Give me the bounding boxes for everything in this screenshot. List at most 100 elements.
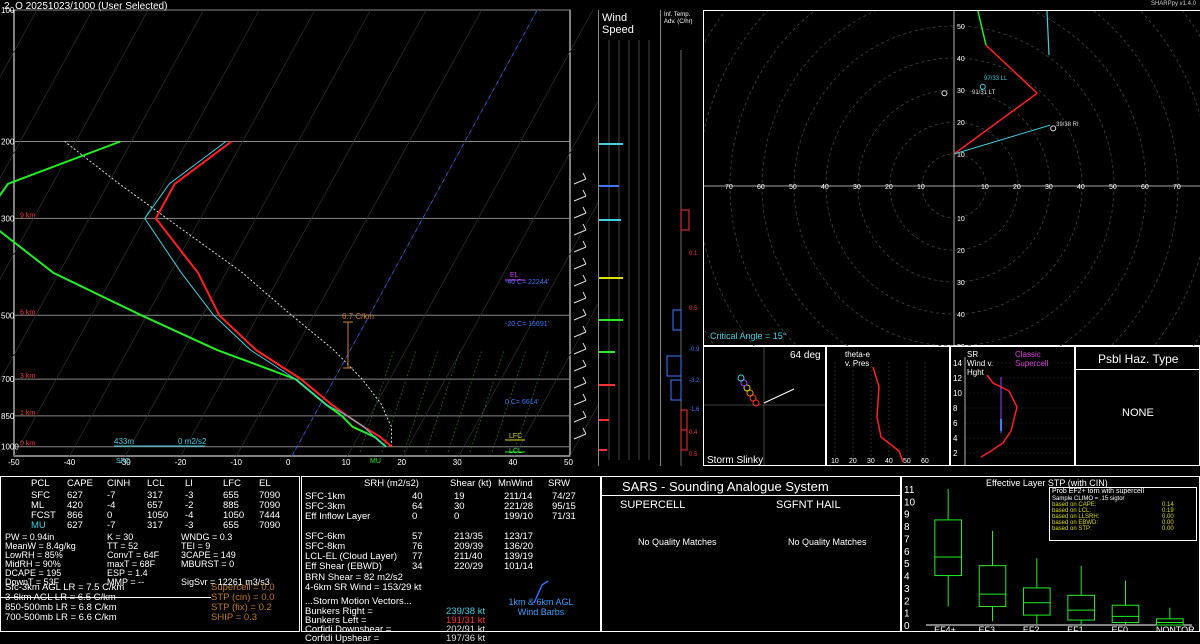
- barb-shaft: [573, 399, 587, 406]
- kin-cell: 0: [454, 511, 460, 522]
- srwind-height-tick: 6: [953, 419, 958, 428]
- temp-tick-label: 10: [342, 458, 351, 466]
- theta-tick: 20: [849, 458, 857, 465]
- kin-header: Shear (kt): [450, 478, 492, 489]
- hodo-x-tick: 50: [789, 184, 797, 191]
- adv-value: 0.1: [689, 251, 698, 257]
- pressure-tick-label: 850: [1, 412, 15, 421]
- skewt-panel: 2_O 20251023/1000 (User Selected) 100 200…: [0, 0, 598, 466]
- severe-param: SHIP = 0.3: [211, 612, 258, 623]
- hodo-ring-label: 30: [957, 88, 965, 95]
- stp-box: [1023, 558, 1051, 624]
- storm-motion-marker: [941, 90, 948, 97]
- temp-adv-panel: Inf. Temp. Adv. (C/hr) 0.1 0.5 -0.9 -3.2 -1.…: [660, 10, 703, 466]
- moist-adiabat: [403, 349, 439, 453]
- hodo-ring-label: 10: [957, 216, 965, 223]
- barb-flag: [582, 257, 587, 265]
- wind-barb: [573, 291, 587, 304]
- isotherm: [0, 9, 205, 382]
- hodo-ring-label: 30: [957, 280, 965, 287]
- temp-tick-label: 50: [564, 458, 573, 466]
- isotherm: [69, 9, 316, 457]
- barb-shaft: [573, 382, 587, 389]
- stp-box: [1111, 580, 1140, 625]
- parcel-cell: MU: [31, 520, 46, 531]
- barb-shaft: [573, 195, 587, 202]
- adv-bar: [680, 409, 688, 431]
- isotherm: [458, 202, 598, 457]
- hodo-x-tick: 40: [1077, 184, 1085, 191]
- parcel-header: PCL: [31, 478, 50, 489]
- adv-value: -0.9: [689, 347, 700, 353]
- stp-y-tick: 7: [904, 534, 910, 545]
- barb-shaft: [573, 280, 587, 287]
- height-label: 9 km: [20, 212, 35, 219]
- adv-bar: [672, 309, 682, 331]
- kin-cell: 220/29: [454, 561, 484, 572]
- barb-flag: [582, 172, 587, 180]
- srwind-panel: SR Wind v. Hght Classic Supercell 14 12 10…: [950, 346, 1075, 466]
- temp-tick-label: 0: [286, 458, 291, 466]
- temp-tick-label: 40: [508, 458, 517, 466]
- theta-tick: 30: [867, 458, 875, 465]
- freezing-level-label: -20 C= 16691': [505, 321, 549, 328]
- wind-speed-chart: [599, 40, 650, 460]
- barb-flag: [582, 291, 587, 299]
- adv-bar: [680, 209, 690, 231]
- wind-barb: [573, 223, 587, 236]
- theta-tick: 60: [921, 458, 929, 465]
- lfc-label: LFC: [509, 433, 522, 440]
- stp-y-tick: 0: [904, 621, 910, 631]
- wind-barb: [573, 189, 587, 202]
- moist-adiabat: [381, 349, 417, 453]
- height-label: 0 km: [20, 441, 35, 448]
- barb-flag: [582, 189, 587, 197]
- parcel-header: LI: [185, 478, 193, 489]
- isotherm: [0, 9, 38, 78]
- srwind-line: [980, 374, 1018, 458]
- stp-box: [1156, 607, 1184, 626]
- hazard-value: NONE: [1122, 407, 1154, 419]
- stp-y-tick: 3: [904, 584, 910, 595]
- pressure-tick-label: 700: [1, 375, 15, 384]
- stp-iqr: [934, 519, 962, 577]
- parcel-cell: 7090: [259, 520, 281, 531]
- isotherm: [347, 9, 594, 457]
- hodo-x-tick: 50: [1109, 184, 1117, 191]
- wind-barb: [573, 410, 587, 423]
- prob-label: based on STP:: [1052, 526, 1092, 532]
- lcl-label: LCL: [509, 448, 522, 455]
- pressure-tick-label: 1000: [1, 443, 19, 452]
- height-label: 6 km: [20, 309, 35, 316]
- hodograph-panel[interactable]: 1010202030304040505070605040302010102030…: [703, 10, 1200, 347]
- wetbulb-line: [144, 141, 387, 448]
- hodograph-chart[interactable]: 1010202030304040505070605040302010102030…: [704, 11, 1200, 347]
- temp-tick-label: -40: [64, 458, 76, 466]
- hodo-x-tick: 20: [885, 184, 893, 191]
- hodo-x-tick: 40: [821, 184, 829, 191]
- skewt-frame: [13, 9, 571, 457]
- slinky-chart: [704, 347, 825, 465]
- hazard-panel: Psbl Haz. Type NONE: [1075, 346, 1200, 466]
- isotherm: [13, 9, 260, 457]
- hodo-ring-label: 40: [957, 312, 965, 319]
- stp-y-tick: 5: [904, 559, 910, 570]
- barb-shaft: [573, 263, 587, 270]
- barb-flag: [582, 342, 587, 350]
- srwind-height-tick: 8: [953, 404, 958, 413]
- sars-hail-msg: No Quality Matches: [788, 537, 867, 547]
- srwind-height-tick: 10: [953, 389, 962, 398]
- adv-value: -1.6: [689, 407, 700, 413]
- kin-cell: Eff Inflow Layer: [305, 511, 371, 522]
- hodo-x-tick: 70: [1173, 184, 1181, 191]
- sars-supercell-title: SUPERCELL: [620, 499, 686, 511]
- wind-barb: [573, 376, 587, 389]
- lapse-rate-row: 700-500mb LR = 6.6 C/km: [5, 612, 117, 623]
- prob-box: Prob EF2+ torn with supercell Sample CLI…: [1049, 487, 1197, 541]
- srwind-height-tick: 12: [953, 374, 962, 383]
- hodo-x-tick: 70: [725, 184, 733, 191]
- skewt-chart[interactable]: 10020030050070085010009 km6 km3 km1 km0 …: [0, 0, 598, 466]
- hodo-ring: [704, 11, 1200, 347]
- effective-layer-depth: 433m: [114, 437, 134, 446]
- wind-barb: [573, 308, 587, 321]
